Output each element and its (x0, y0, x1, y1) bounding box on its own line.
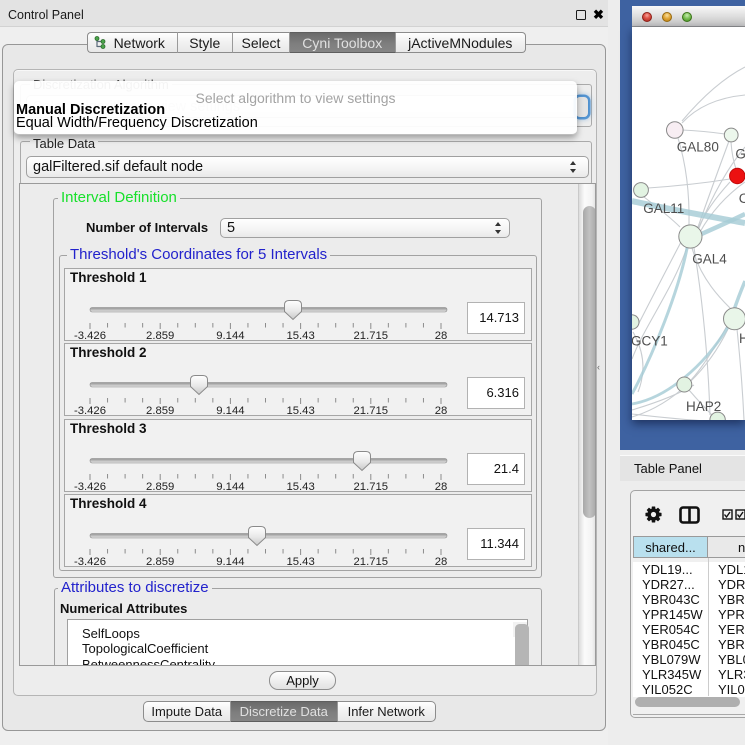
svg-text:9.144: 9.144 (216, 330, 244, 342)
svg-text:21.715: 21.715 (354, 405, 389, 417)
svg-text:28: 28 (435, 405, 448, 417)
svg-text:9.144: 9.144 (216, 481, 244, 493)
svg-text:9.144: 9.144 (216, 556, 244, 568)
svg-text:15.43: 15.43 (286, 556, 314, 568)
svg-text:GA: GA (735, 147, 745, 162)
svg-text:-3.426: -3.426 (74, 330, 106, 342)
svg-text:21.715: 21.715 (354, 330, 389, 342)
svg-text:GCY1: GCY1 (632, 334, 668, 349)
svg-text:21.715: 21.715 (354, 556, 389, 568)
svg-text:H: H (739, 331, 745, 346)
svg-text:28: 28 (435, 556, 448, 568)
svg-text:-3.426: -3.426 (74, 481, 106, 493)
svg-text:GAL11: GAL11 (643, 201, 684, 216)
svg-text:2.859: 2.859 (146, 556, 174, 568)
svg-text:-3.426: -3.426 (74, 556, 106, 568)
svg-text:GAL80: GAL80 (677, 140, 719, 155)
svg-text:C: C (739, 191, 745, 206)
svg-text:9.144: 9.144 (216, 405, 244, 417)
svg-text:15.43: 15.43 (286, 481, 314, 493)
svg-text:28: 28 (435, 481, 448, 493)
svg-text:GAL4: GAL4 (692, 252, 727, 267)
svg-text:2.859: 2.859 (146, 481, 174, 493)
svg-text:2.859: 2.859 (146, 330, 174, 342)
svg-text:21.715: 21.715 (354, 481, 389, 493)
svg-text:-3.426: -3.426 (74, 405, 106, 417)
svg-text:15.43: 15.43 (286, 405, 314, 417)
svg-text:15.43: 15.43 (286, 330, 314, 342)
svg-text:HAP2: HAP2 (686, 399, 721, 414)
svg-text:2.859: 2.859 (146, 405, 174, 417)
svg-text:28: 28 (435, 330, 448, 342)
